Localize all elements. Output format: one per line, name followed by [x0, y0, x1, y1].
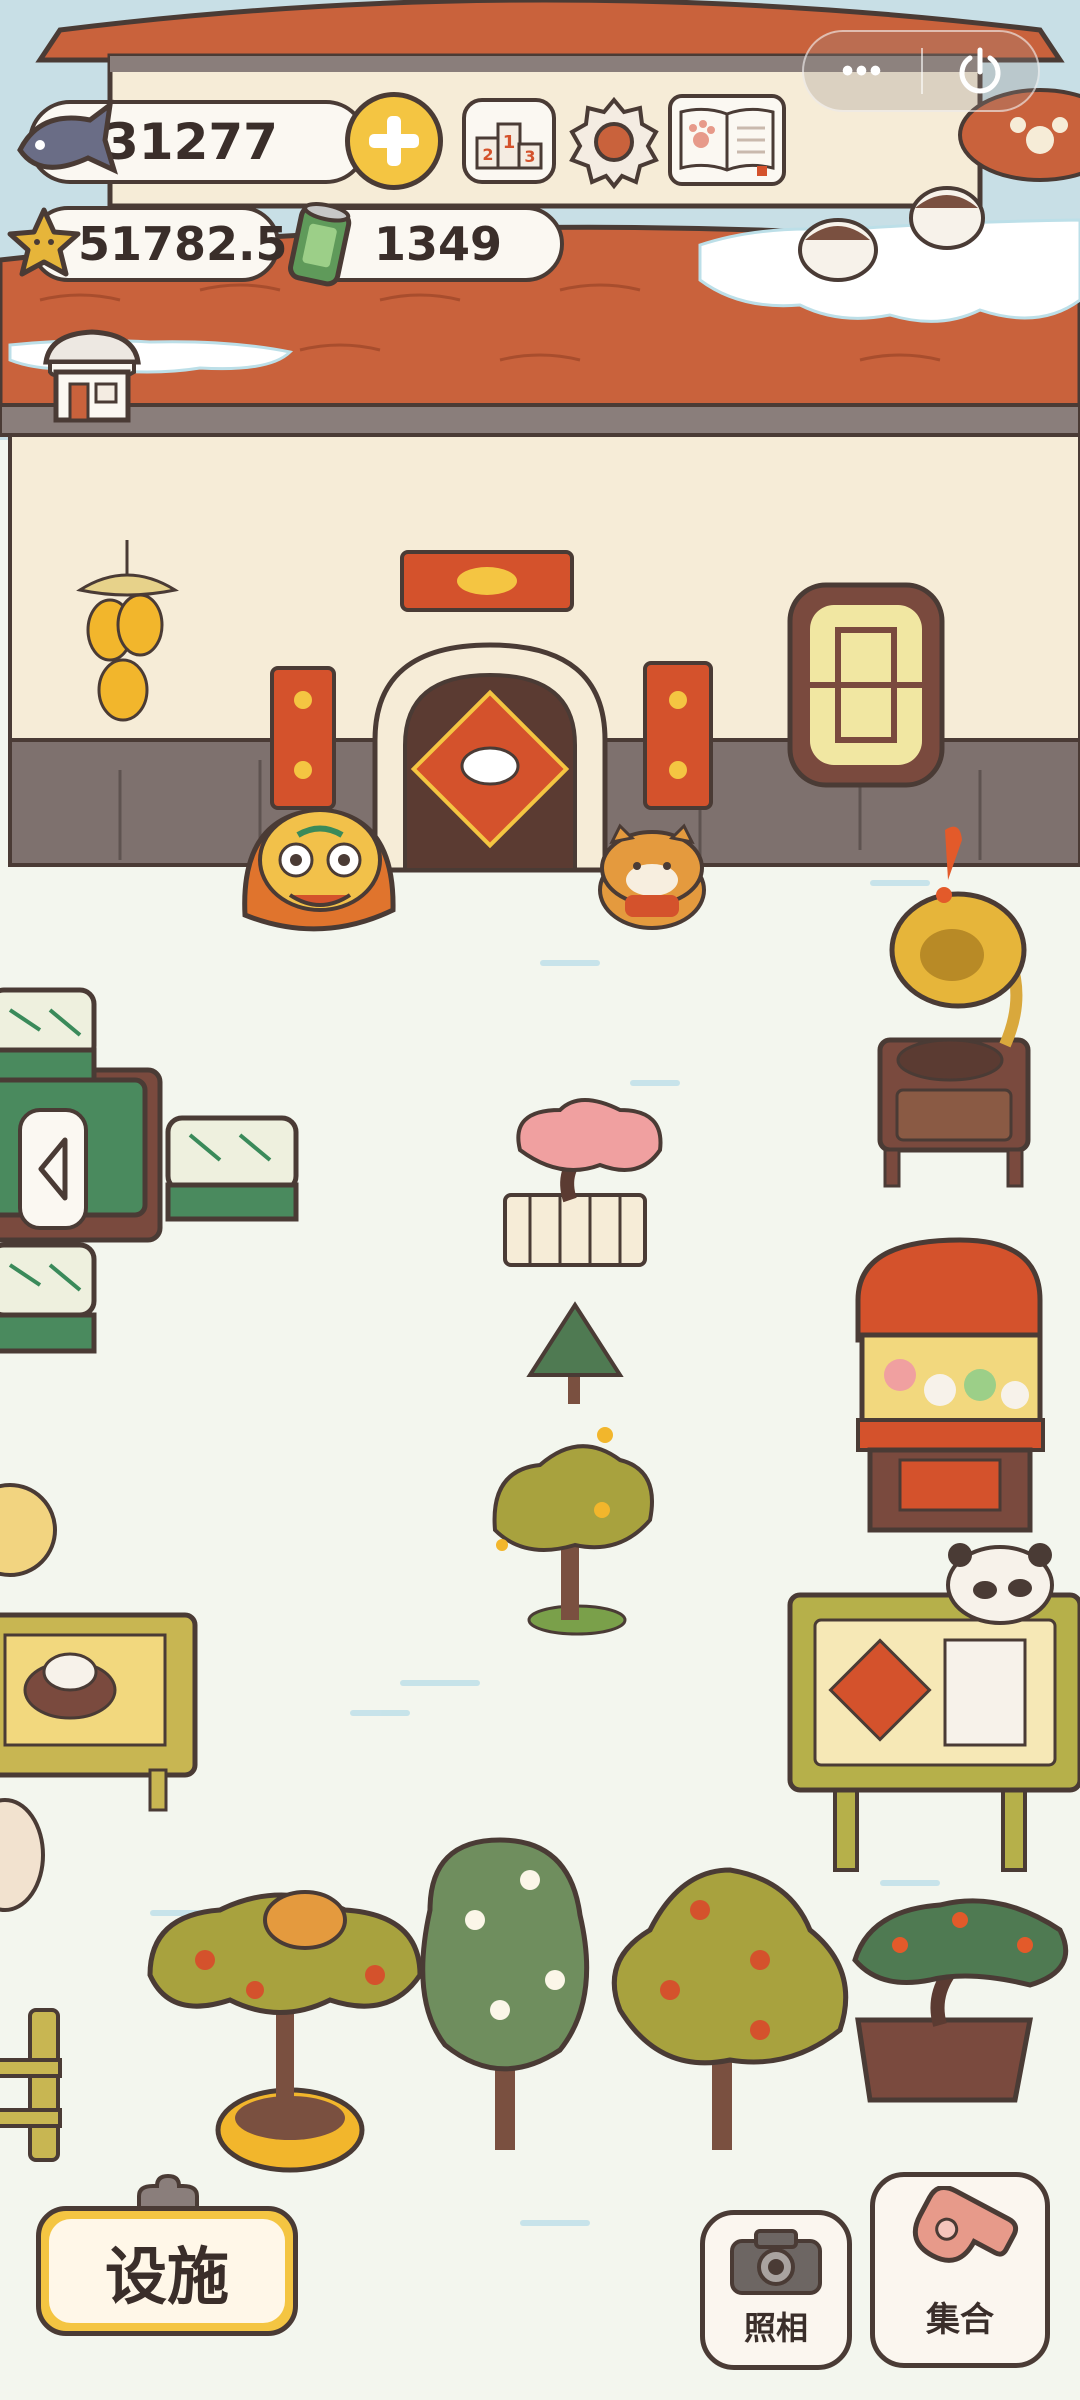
settings-button[interactable]	[566, 94, 662, 190]
close-miniprogram-button[interactable]	[923, 44, 1038, 98]
camera-icon	[730, 2229, 822, 2295]
gather-label: 集合	[926, 2300, 994, 2340]
svg-text:2: 2	[482, 145, 493, 164]
side-panel-toggle[interactable]	[18, 1108, 88, 1230]
more-options-button[interactable]: •••	[804, 54, 921, 88]
paw-book-icon	[679, 107, 775, 176]
add-fish-button[interactable]	[345, 92, 443, 190]
photo-label: 照相	[743, 2309, 808, 2347]
gather-button[interactable]: 集合	[870, 2172, 1050, 2368]
game-scene	[0, 0, 1080, 2400]
miniprogram-capsule: •••	[802, 30, 1040, 112]
plus-icon	[369, 116, 419, 166]
facilities-button-body: 设施	[36, 2206, 298, 2336]
fish-icon	[10, 90, 120, 190]
handbook-button[interactable]	[668, 94, 786, 186]
facilities-label: 设施	[49, 2219, 285, 2323]
facilities-button[interactable]: 设施	[36, 2174, 298, 2338]
svg-text:1: 1	[503, 132, 516, 153]
power-icon	[959, 47, 1001, 94]
photo-button[interactable]: 照相	[700, 2210, 852, 2370]
svg-text:3: 3	[524, 147, 535, 166]
shop-button[interactable]	[36, 322, 148, 426]
chevron-left-icon	[38, 1137, 68, 1201]
ranking-button[interactable]: 12 3	[462, 98, 556, 184]
star-icon	[4, 204, 84, 284]
fish-count: 31277	[104, 113, 278, 171]
gear-icon	[569, 96, 659, 190]
star-count: 51782.5	[78, 217, 288, 271]
whistle-icon	[912, 2186, 1019, 2263]
shop-icon	[43, 329, 141, 423]
can-count: 1349	[374, 217, 503, 271]
podium-icon: 12 3	[475, 122, 543, 170]
can-icon	[282, 196, 362, 292]
